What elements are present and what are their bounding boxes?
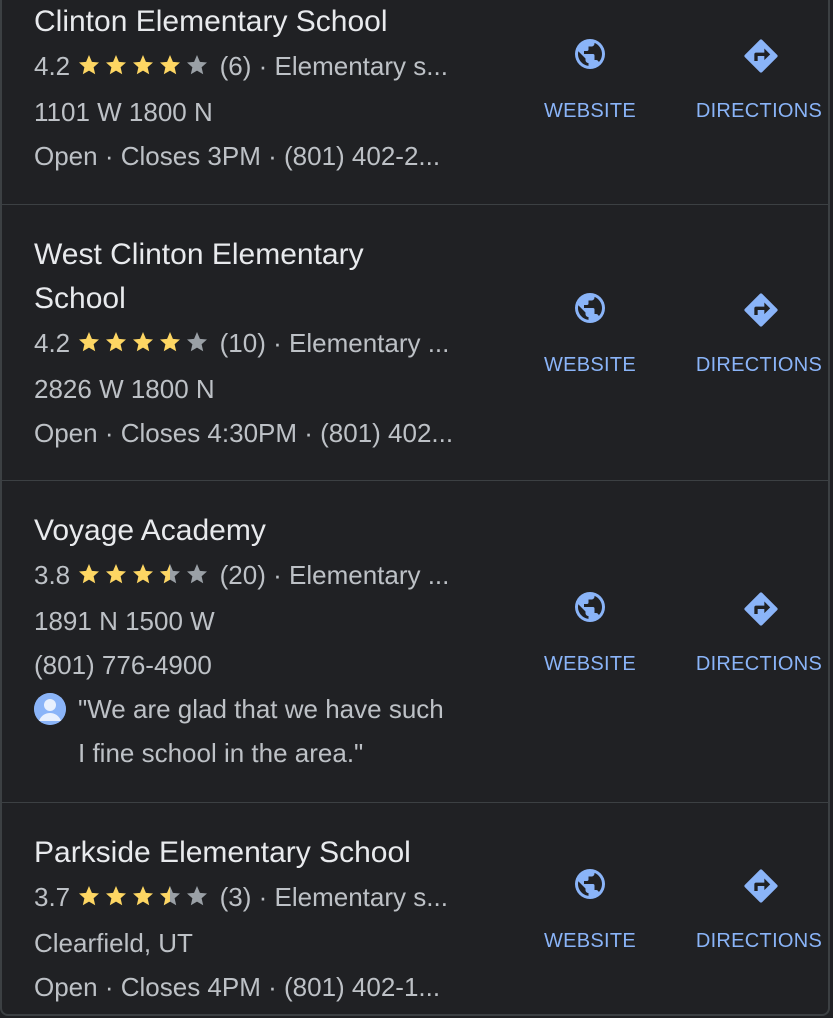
star-full-icon — [106, 55, 127, 75]
star-full-icon — [79, 886, 100, 906]
star-rating — [77, 555, 212, 599]
rating-line: 3.8 (20) · Elementary ... — [34, 553, 474, 599]
star-full-icon — [79, 332, 100, 352]
star-full-icon — [79, 55, 100, 75]
category: · Elementary s... — [258, 882, 448, 912]
result-title-line1: West Clinton Elementary — [34, 238, 364, 271]
results-panel: Clinton Elementary School 4.2 (6) · Elem… — [0, 0, 830, 1016]
review-count[interactable]: (3) — [220, 882, 252, 912]
address: 2826 W 1800 N — [34, 374, 215, 404]
star-full-icon — [133, 564, 154, 584]
website-button[interactable]: WEBSITE — [522, 589, 658, 676]
avatar — [34, 693, 66, 725]
list-item[interactable]: Parkside Elementary School 3.7 (3) · Ele… — [2, 803, 828, 1014]
rating-line: 4.2 (6) · Elementary s... — [34, 44, 474, 90]
website-label: WEBSITE — [543, 930, 637, 952]
hours-phone: · Closes 3PM · (801) 402-2... — [104, 141, 441, 171]
review-line2: I fine school in the area." — [78, 738, 364, 768]
star-full-icon — [106, 564, 127, 584]
website-label: WEBSITE — [543, 653, 637, 675]
category: · Elementary s... — [258, 51, 448, 81]
open-status: Open — [34, 141, 98, 171]
hours-line: Open · Closes 4:30PM · (801) 402... — [34, 411, 474, 455]
phone: (801) 776-4900 — [34, 650, 212, 680]
result-info: Clinton Elementary School 4.2 (6) · Elem… — [34, 0, 474, 178]
directions-icon — [741, 290, 778, 327]
directions-icon — [741, 866, 778, 903]
hours-phone: · Closes 4:30PM · (801) 402... — [104, 418, 454, 448]
star-full-icon — [133, 886, 154, 906]
review-count[interactable]: (6) — [220, 51, 252, 81]
globe-icon — [572, 866, 608, 902]
website-label: WEBSITE — [543, 100, 637, 122]
rating-value: 4.2 — [34, 328, 71, 358]
star-full-icon — [160, 55, 181, 75]
globe-icon — [572, 589, 608, 625]
rating-value: 4.2 — [34, 51, 71, 81]
result-info: Voyage Academy 3.8 (20) · Elementary ...… — [34, 509, 474, 775]
directions-label: DIRECTIONS — [695, 930, 823, 952]
open-status: Open — [34, 418, 98, 448]
star-rating — [77, 877, 212, 921]
category: · Elementary ... — [273, 328, 450, 358]
result-title[interactable]: Voyage Academy — [34, 509, 474, 553]
star-empty-icon — [187, 55, 208, 75]
address: 1891 N 1500 W — [34, 606, 215, 636]
star-empty-icon — [187, 332, 208, 352]
result-title-line2: School — [34, 282, 126, 315]
review-count[interactable]: (20) — [220, 560, 266, 590]
star-full-icon — [133, 332, 154, 352]
directions-button[interactable]: DIRECTIONS — [684, 290, 833, 377]
rating-value: 3.7 — [34, 882, 71, 912]
list-item[interactable]: Voyage Academy 3.8 (20) · Elementary ...… — [2, 481, 828, 803]
star-rating — [77, 323, 212, 367]
directions-label: DIRECTIONS — [695, 100, 823, 122]
list-item[interactable]: Clinton Elementary School 4.2 (6) · Elem… — [2, 0, 828, 205]
directions-icon — [741, 589, 778, 626]
hours-line: Open · Closes 4PM · (801) 402-1... — [34, 965, 474, 1009]
result-info: Parkside Elementary School 3.7 (3) · Ele… — [34, 831, 474, 1009]
review-line1: "We are glad that we have such — [78, 694, 444, 724]
directions-label: DIRECTIONS — [695, 653, 823, 675]
rating-line: 3.7 (3) · Elementary s... — [34, 875, 474, 921]
address: 1101 W 1800 N — [34, 97, 213, 127]
star-half-icon — [160, 886, 181, 906]
rating-line: 4.2 (10) · Elementary ... — [34, 321, 474, 367]
review-count[interactable]: (10) — [220, 328, 266, 358]
star-half-icon — [160, 564, 181, 584]
star-empty-icon — [187, 564, 208, 584]
directions-label: DIRECTIONS — [695, 354, 823, 376]
website-label: WEBSITE — [543, 354, 637, 376]
star-full-icon — [106, 332, 127, 352]
address: Clearfield, UT — [34, 928, 193, 958]
star-full-icon — [79, 564, 100, 584]
globe-icon — [572, 290, 608, 326]
star-full-icon — [133, 55, 154, 75]
website-button[interactable]: WEBSITE — [522, 290, 658, 377]
directions-icon — [741, 36, 778, 73]
website-button[interactable]: WEBSITE — [522, 866, 658, 953]
hours-phone: · Closes 4PM · (801) 402-1... — [104, 972, 441, 1002]
rating-value: 3.8 — [34, 560, 71, 590]
star-full-icon — [160, 332, 181, 352]
directions-button[interactable]: DIRECTIONS — [684, 866, 833, 953]
result-title[interactable]: Clinton Elementary School — [34, 0, 474, 44]
result-title[interactable]: West Clinton Elementary School — [34, 233, 474, 321]
directions-button[interactable]: DIRECTIONS — [684, 589, 833, 676]
result-info: West Clinton Elementary School 4.2 (10) … — [34, 233, 474, 455]
website-button[interactable]: WEBSITE — [522, 36, 658, 123]
star-empty-icon — [187, 886, 208, 906]
globe-icon — [572, 36, 608, 72]
list-item[interactable]: West Clinton Elementary School 4.2 (10) … — [2, 205, 828, 481]
directions-button[interactable]: DIRECTIONS — [684, 36, 833, 123]
review-snippet: "We are glad that we have such I fine sc… — [34, 687, 474, 775]
result-title[interactable]: Parkside Elementary School — [34, 831, 474, 875]
open-status: Open — [34, 972, 98, 1002]
star-rating — [77, 46, 212, 90]
category: · Elementary ... — [273, 560, 450, 590]
hours-line: Open · Closes 3PM · (801) 402-2... — [34, 134, 474, 178]
star-full-icon — [106, 886, 127, 906]
